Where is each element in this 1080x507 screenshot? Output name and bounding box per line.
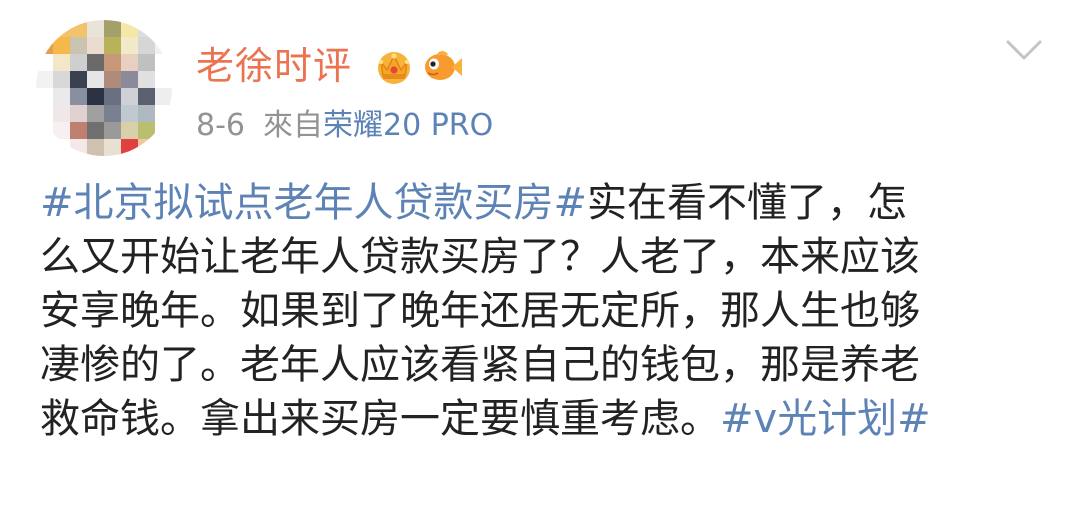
- fish-icon[interactable]: [420, 44, 464, 88]
- content-line-4: 凄惨的了。老年人应该看紧自己的钱包，那是养老: [40, 342, 920, 388]
- device-link[interactable]: 荣耀20 PRO: [323, 108, 493, 143]
- avatar[interactable]: [36, 20, 172, 156]
- content-text-5: 救命钱。拿出来买房一定要慎重考虑。: [40, 396, 720, 442]
- content-line-2: 么又开始让老年人贷款买房了？人老了，本来应该: [40, 234, 920, 280]
- content-text-1: 实在看不懂了，怎: [587, 180, 908, 226]
- post-meta: 8-6 來自荣耀20 PRO: [196, 106, 493, 146]
- weibo-post-card: 老徐时评 8-6 來自荣耀20 PRO #北京拟试点老年人贷款买房#实在看不懂了，…: [0, 0, 1080, 507]
- post-date: 8-6: [196, 108, 245, 143]
- author-name[interactable]: 老徐时评: [196, 42, 352, 90]
- content-line-3: 安享晚年。如果到了晚年还居无定所，那人生也够: [40, 288, 920, 334]
- source-prefix: 來自: [263, 108, 323, 143]
- chevron-down-icon[interactable]: [1004, 36, 1044, 64]
- topic-link-beijing[interactable]: #北京拟试点老年人贷款买房#: [40, 180, 587, 226]
- content-line-1: #北京拟试点老年人贷款买房#实在看不懂了，怎: [40, 176, 1040, 230]
- post-content: #北京拟试点老年人贷款买房#实在看不懂了，怎 么又开始让老年人贷款买房了？人老了…: [40, 176, 1040, 446]
- content-line-5: 救命钱。拿出来买房一定要慎重考虑。#v光计划#: [40, 392, 1040, 446]
- topic-link-v-plan[interactable]: #v光计划#: [720, 396, 931, 442]
- crown-icon[interactable]: [372, 44, 416, 88]
